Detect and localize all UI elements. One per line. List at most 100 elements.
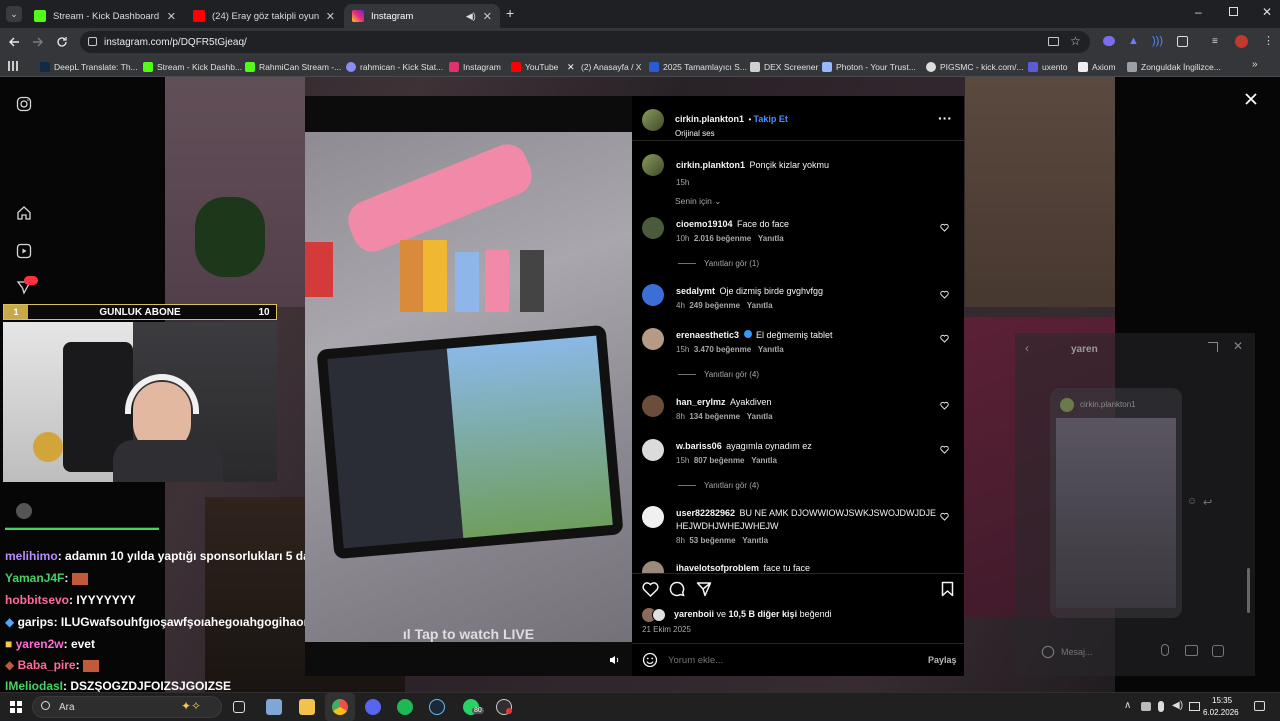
forward-icon[interactable] [32,36,44,48]
bookmark-dex-screener[interactable]: DEX Screener [750,60,818,73]
comment-avatar[interactable] [642,328,664,350]
reply-button[interactable]: Yanıtla [747,412,773,421]
tab-youtube[interactable]: (24) Eray göz takipli oyun oyna ✕ [185,4,343,28]
reply-button[interactable]: Yanıtla [742,536,768,545]
network-icon[interactable] [1189,702,1200,711]
extension-icon[interactable] [1103,36,1115,46]
bookmark-uxento[interactable]: uxento [1028,60,1068,73]
comment-username[interactable]: ihavelotsofproblem [676,563,759,573]
reply-button[interactable]: Yanıtla [758,234,784,243]
bookmark-youtube[interactable]: YouTube [511,60,558,73]
sticker-icon[interactable] [1212,645,1224,657]
steam-icon[interactable] [429,699,445,715]
emoji-icon[interactable] [642,652,658,668]
microphone-icon[interactable] [1161,644,1169,656]
expand-icon[interactable] [1208,342,1218,352]
comment-username[interactable]: erenaesthetic3 [676,330,739,340]
tray-overflow-icon[interactable]: ∧ [1124,700,1131,711]
tap-to-watch-label[interactable]: ıl Tap to watch LIVE [305,626,632,642]
taskbar-search-box[interactable]: Ara ✦✧ [32,696,222,718]
image-icon[interactable] [1185,645,1198,656]
comment-username[interactable]: cioemo19104 [676,219,733,229]
audio-label[interactable]: Orijinal ses [675,129,788,138]
reply-arrow-icon[interactable]: ↩ [1203,496,1212,509]
comment-sort-dropdown[interactable]: Senin için ⌄ [675,196,721,207]
discord-icon[interactable] [365,699,381,715]
share-icon[interactable] [696,581,712,597]
like-icon[interactable] [642,581,659,597]
browser-menu-icon[interactable]: ⋮ [1263,34,1274,47]
view-replies-button[interactable]: Yanıtları gör (4) [678,370,759,379]
author-username[interactable]: cirkin.plankton1 [675,114,744,124]
audio-playing-icon[interactable]: ◀) [466,11,476,22]
bookmark-instagram[interactable]: Instagram [449,60,501,73]
restore-button[interactable] [1229,7,1238,16]
view-replies-button[interactable]: Yanıtları gör (1) [678,259,759,268]
reply-button[interactable]: Yanıtla [747,301,773,310]
author-avatar[interactable] [642,109,664,131]
install-app-icon[interactable] [1048,37,1059,46]
bookmark-zonguldak[interactable]: Zonguldak İngilizce... [1127,60,1221,73]
comment-likes[interactable]: 807 beğenme [694,456,745,465]
close-dm-icon[interactable]: ✕ [1233,339,1243,353]
more-bookmarks-icon[interactable]: » [1252,59,1258,70]
comment-avatar[interactable] [642,284,664,306]
bookmark-axiom[interactable]: Axiom [1078,60,1116,73]
liker-username[interactable]: yarenboii [674,609,714,619]
tray-app-icon[interactable] [1141,702,1151,711]
close-tab-icon[interactable]: ✕ [483,10,492,23]
author-avatar[interactable] [642,154,664,176]
notifications-icon[interactable] [1254,701,1265,711]
like-comment-icon[interactable] [940,290,949,299]
comment-avatar[interactable] [642,217,664,239]
profile-avatar[interactable] [1235,35,1248,48]
comment-likes[interactable]: 134 beğenme [689,412,740,421]
close-window-button[interactable]: ✕ [1262,5,1272,19]
clock-time[interactable]: 15:35 [1212,696,1232,705]
extension-icon[interactable]: ▲ [1128,35,1139,47]
reels-icon[interactable] [16,243,32,259]
microphone-icon[interactable] [1158,701,1164,712]
site-info-icon[interactable] [88,37,97,46]
minimize-button[interactable]: – [1195,5,1202,19]
close-tab-icon[interactable]: ✕ [326,10,335,23]
reply-button[interactable]: Yanıtla [758,345,784,354]
save-bookmark-icon[interactable] [941,581,954,597]
bookmark-x[interactable]: ✕ (2) Anasayfa / X [567,60,641,73]
tab-search-button[interactable]: ⌄ [6,6,22,22]
url-field[interactable]: instagram.com/p/DQFR5tGjeaq/ ☆ [80,31,1090,53]
likes-summary[interactable]: yarenboii ve 10,5 B diğer kişi beğendi [674,609,832,619]
bookmark-kick-stats[interactable]: rahmican - Kick Stat... [346,60,443,73]
instagram-logo-icon[interactable] [16,96,32,112]
like-comment-icon[interactable] [940,401,949,410]
extension-icon[interactable]: ))) [1152,35,1163,47]
comment-avatar[interactable] [642,395,664,417]
reading-list-icon[interactable]: ≡ [1212,36,1218,47]
comment-username[interactable]: w.bariss06 [676,441,722,451]
chevron-left-icon[interactable]: ‹ [1025,341,1029,355]
bookmark-photon[interactable]: Photon - Your Trust... [822,60,916,73]
comment-likes[interactable]: 249 beğenme [689,301,740,310]
volume-icon[interactable]: ◀) [1172,700,1183,711]
bookmark-kick-dashboard[interactable]: Stream - Kick Dashb... [143,60,242,73]
bookmark-deepl[interactable]: DeepL Translate: Th... [40,60,138,73]
home-icon[interactable] [16,205,32,221]
comment-input[interactable] [668,651,888,669]
volume-icon[interactable] [608,654,620,666]
like-comment-icon[interactable] [940,334,949,343]
comment-avatar[interactable] [642,506,664,528]
file-explorer-icon[interactable] [299,699,315,715]
comment-icon[interactable] [669,581,685,597]
emoji-icon[interactable] [1041,645,1055,659]
bookmark-pigsmc[interactable]: PIGSMC - kick.com/... [926,60,1024,73]
comment-likes[interactable]: 53 beğenme [689,536,735,545]
more-options-icon[interactable]: ··· [938,110,952,126]
close-modal-icon[interactable] [1245,93,1257,105]
follow-button[interactable]: Takip Et [754,114,788,124]
like-comment-icon[interactable] [940,445,949,454]
reply-button[interactable]: Yanıtla [751,456,777,465]
bookmark-tamamlayici[interactable]: 2025 Tamamlayıcı S... [649,60,747,73]
windows-start-icon[interactable] [10,701,22,713]
view-replies-button[interactable]: Yanıtları gör (4) [678,481,759,490]
dm-message-input[interactable] [1061,644,1151,660]
